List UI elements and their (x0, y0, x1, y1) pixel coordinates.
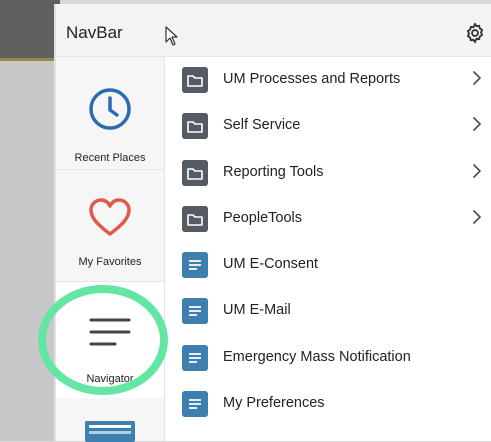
gear-icon[interactable] (464, 22, 486, 44)
sidebar-item-label: Navigator (86, 373, 134, 385)
sidebar-item-classic-home[interactable] (56, 402, 164, 442)
navigator-menu-list: UM Processes and Reports Self Service Re… (165, 57, 491, 427)
menu-item-label: UM Processes and Reports (223, 71, 401, 87)
chevron-right-icon (473, 209, 481, 224)
chevron-right-icon (473, 71, 481, 85)
chevron-right-icon (473, 163, 481, 178)
menu-item-label: Self Service (223, 117, 301, 134)
menu-item-self-service[interactable]: Self Service (165, 103, 491, 149)
document-icon (182, 344, 208, 371)
sidebar-item-my-favorites[interactable]: My Favorites (56, 169, 164, 278)
background-app-content (0, 61, 60, 441)
clock-icon (89, 88, 131, 130)
chevron-right-icon (473, 117, 481, 132)
background-app (0, 0, 60, 441)
menu-item-emergency-mass-notification[interactable]: Emergency Mass Notification (165, 335, 491, 381)
menu-item-label: Emergency Mass Notification (223, 348, 411, 365)
folder-icon (182, 205, 208, 232)
background-app-header (0, 0, 60, 58)
menu-item-um-e-mail[interactable]: UM E-Mail (165, 288, 491, 334)
menu-lines-icon (89, 318, 131, 346)
classic-home-icon (85, 421, 135, 442)
menu-item-label: UM E-Mail (223, 302, 291, 319)
sidebar-item-recent-places[interactable]: Recent Places (56, 57, 164, 169)
mouse-pointer-icon (165, 26, 178, 46)
sidebar-item-label: Recent Places (74, 152, 146, 164)
menu-item-label: Reporting Tools (223, 163, 324, 180)
menu-item-label: UM E-Consent (223, 256, 319, 273)
menu-item-peopletools[interactable]: PeopleTools (165, 196, 491, 242)
sidebar-item-navigator[interactable]: Navigator (56, 281, 164, 398)
navbar-header: NavBar (56, 4, 491, 57)
sidebar-item-label: My Favorites (78, 256, 142, 268)
folder-icon (182, 159, 208, 186)
menu-item-label: PeopleTools (223, 209, 302, 226)
folder-icon (182, 67, 208, 93)
menu-item-um-e-consent[interactable]: UM E-Consent (165, 242, 491, 288)
navbar-title: NavBar (66, 23, 123, 42)
menu-item-label: My Preferences (223, 395, 325, 412)
folder-icon (182, 113, 208, 140)
heart-icon (89, 198, 131, 236)
menu-item-reporting-tools[interactable]: Reporting Tools (165, 150, 491, 196)
navbar-sidebar: Recent Places My Favorites Navigator (56, 57, 165, 442)
document-icon (182, 252, 208, 279)
navbar-panel: NavBar Recent Places My Favorites Naviga… (54, 4, 491, 442)
document-icon (182, 391, 208, 418)
menu-item-my-preferences[interactable]: My Preferences (165, 381, 491, 427)
menu-item-um-processes-and-reports[interactable]: UM Processes and Reports (165, 57, 491, 103)
document-icon (182, 298, 208, 325)
